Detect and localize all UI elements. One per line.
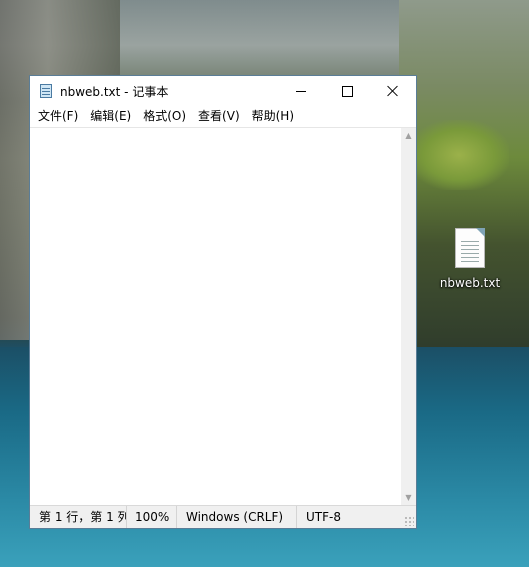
scroll-down-icon[interactable]: ▼ <box>401 490 416 505</box>
notepad-window: nbweb.txt - 记事本 文件(F) 编辑(E) 格式(O) 查看(V) … <box>29 75 417 529</box>
text-file-icon <box>455 228 485 268</box>
status-line-ending: Windows (CRLF) <box>177 506 297 528</box>
resize-grip-icon[interactable] <box>404 516 414 526</box>
menu-view[interactable]: 查看(V) <box>192 106 246 127</box>
status-encoding: UTF-8 <box>306 510 341 524</box>
scroll-up-icon[interactable]: ▲ <box>401 128 416 143</box>
menu-help[interactable]: 帮助(H) <box>246 106 300 127</box>
notepad-icon <box>38 83 54 99</box>
vertical-scrollbar[interactable]: ▲ ▼ <box>401 128 416 505</box>
window-title: nbweb.txt - 记事本 <box>60 84 169 99</box>
text-editor[interactable] <box>30 128 401 505</box>
maximize-button[interactable] <box>324 76 370 106</box>
menu-bar: 文件(F) 编辑(E) 格式(O) 查看(V) 帮助(H) <box>30 106 416 127</box>
editor-area: ▲ ▼ <box>30 127 416 505</box>
menu-edit[interactable]: 编辑(E) <box>84 106 137 127</box>
status-zoom: 100% <box>127 506 177 528</box>
status-bar: 第 1 行，第 1 列 100% Windows (CRLF) UTF-8 <box>30 505 416 528</box>
minimize-button[interactable] <box>278 76 324 106</box>
menu-format[interactable]: 格式(O) <box>137 106 192 127</box>
close-button[interactable] <box>370 76 416 106</box>
desktop-file-label: nbweb.txt <box>439 276 501 290</box>
maximize-icon <box>341 85 353 97</box>
status-cursor-position: 第 1 行，第 1 列 <box>30 506 127 528</box>
menu-file[interactable]: 文件(F) <box>32 106 84 127</box>
title-bar[interactable]: nbweb.txt - 记事本 <box>30 76 416 106</box>
desktop-file-nbweb[interactable]: nbweb.txt <box>438 228 502 290</box>
minimize-icon <box>296 90 306 92</box>
desktop: nbweb.txt nbweb.txt - 记事本 文件(F) 编辑(E) 格式… <box>0 0 529 567</box>
close-icon <box>387 85 399 97</box>
wallpaper-grass <box>409 120 509 190</box>
